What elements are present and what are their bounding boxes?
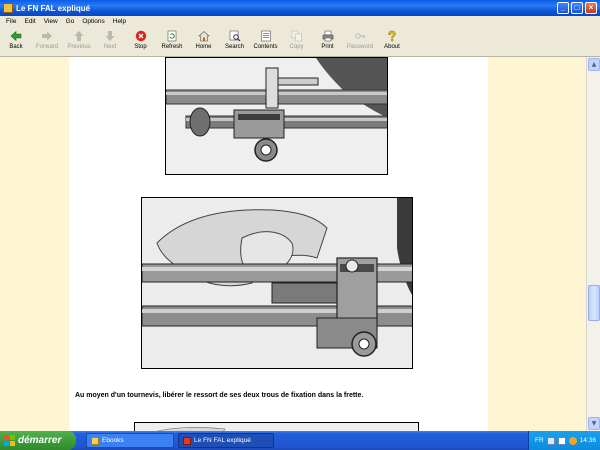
- previous-button[interactable]: Previous: [63, 27, 95, 55]
- scroll-up-button[interactable]: ▲: [588, 58, 600, 71]
- windows-logo-icon: [4, 435, 15, 446]
- back-label: Back: [9, 44, 23, 50]
- search-button[interactable]: Search: [219, 27, 250, 55]
- search-icon: [228, 30, 241, 42]
- about-label: About: [384, 44, 400, 50]
- language-indicator[interactable]: FR: [535, 437, 544, 444]
- folder-icon: [91, 436, 99, 445]
- window-title: Le FN FAL expliqué: [16, 3, 91, 13]
- password-button[interactable]: Password: [343, 27, 377, 55]
- stop-icon: [134, 30, 147, 42]
- ebook-app-icon: [183, 436, 191, 445]
- home-icon: [197, 30, 210, 42]
- home-label: Home: [195, 44, 212, 50]
- taskbar-item-fn-fal[interactable]: Le FN FAL expliqué: [178, 433, 274, 448]
- start-label: démarrer: [18, 435, 62, 446]
- menu-view[interactable]: View: [40, 18, 62, 25]
- figure-rifle-disassembly-2: [141, 197, 413, 369]
- contents-icon: [259, 30, 272, 42]
- stop-button[interactable]: Stop: [125, 27, 156, 55]
- copy-icon: [290, 30, 303, 42]
- refresh-icon: [166, 30, 179, 42]
- taskbar: démarrer Ebooks Le FN FAL expliqué FR 14…: [0, 431, 600, 450]
- menu-edit[interactable]: Edit: [20, 18, 39, 25]
- stop-label: Stop: [134, 44, 147, 50]
- down-arrow-icon: [104, 30, 117, 42]
- back-button[interactable]: Back: [1, 27, 31, 55]
- previous-label: Previous: [67, 44, 91, 50]
- about-button[interactable]: About: [377, 27, 407, 55]
- maximize-button[interactable]: □: [571, 2, 583, 14]
- forward-arrow-icon: [41, 30, 54, 42]
- toolbar: Back Forward Previous Next Stop Refresh: [0, 27, 600, 57]
- menu-options[interactable]: Options: [78, 18, 108, 25]
- password-label: Password: [346, 44, 374, 50]
- taskbar-item-ebooks[interactable]: Ebooks: [86, 433, 174, 448]
- contents-button[interactable]: Contents: [250, 27, 281, 55]
- refresh-label: Refresh: [161, 44, 183, 50]
- app-book-icon: [3, 3, 13, 13]
- system-tray: FR 14:36: [528, 431, 600, 450]
- minimize-button[interactable]: _: [557, 2, 569, 14]
- password-icon: [354, 30, 367, 42]
- scroll-thumb[interactable]: [588, 285, 600, 321]
- refresh-button[interactable]: Refresh: [156, 27, 188, 55]
- figure-rifle-disassembly-1: [165, 57, 388, 175]
- vertical-scrollbar[interactable]: ▲ ▼: [586, 57, 600, 431]
- network-icon[interactable]: [546, 436, 555, 445]
- instruction-caption: Au moyen d'un tournevis, libérer le ress…: [75, 392, 364, 399]
- menu-help[interactable]: Help: [109, 18, 130, 25]
- menu-file[interactable]: File: [2, 18, 20, 25]
- taskbar-item-label: Le FN FAL expliqué: [194, 437, 251, 444]
- volume-icon[interactable]: [557, 436, 566, 445]
- home-button[interactable]: Home: [188, 27, 219, 55]
- menu-go[interactable]: Go: [62, 18, 79, 25]
- forward-label: Forward: [35, 44, 58, 50]
- copy-button[interactable]: Copy: [281, 27, 312, 55]
- print-label: Print: [321, 44, 334, 50]
- copy-label: Copy: [289, 44, 304, 50]
- contents-label: Contents: [253, 44, 278, 50]
- about-icon: [386, 30, 399, 42]
- menu-bar: File Edit View Go Options Help: [0, 16, 600, 27]
- next-button[interactable]: Next: [95, 27, 125, 55]
- print-icon: [321, 30, 334, 42]
- forward-button[interactable]: Forward: [31, 27, 63, 55]
- close-button[interactable]: ×: [585, 2, 597, 14]
- figure-rifle-disassembly-3: [134, 422, 419, 431]
- up-arrow-icon: [73, 30, 86, 42]
- clock: 14:36: [579, 437, 596, 444]
- next-label: Next: [103, 44, 117, 50]
- window-titlebar[interactable]: Le FN FAL expliqué _ □ ×: [0, 0, 600, 16]
- security-icon[interactable]: [568, 436, 577, 445]
- start-button[interactable]: démarrer: [0, 431, 76, 450]
- back-arrow-icon: [10, 30, 23, 42]
- scroll-down-button[interactable]: ▼: [588, 417, 600, 430]
- search-label: Search: [224, 44, 244, 50]
- document-view[interactable]: Au moyen d'un tournevis, libérer le ress…: [0, 57, 586, 431]
- print-button[interactable]: Print: [312, 27, 343, 55]
- taskbar-item-label: Ebooks: [102, 437, 124, 444]
